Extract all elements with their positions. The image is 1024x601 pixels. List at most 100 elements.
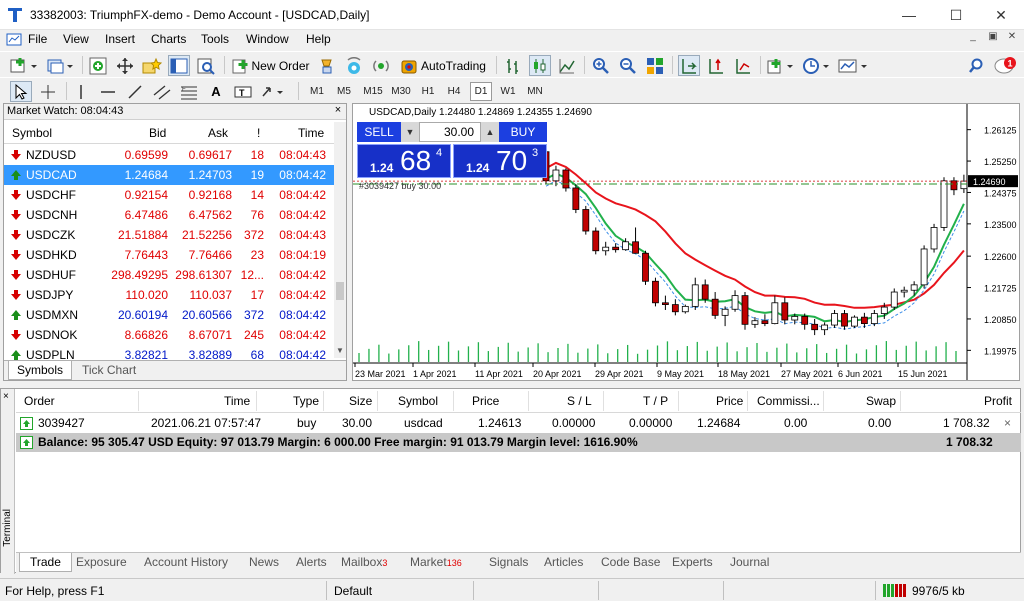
- horizontal-line-tool[interactable]: [97, 81, 119, 102]
- timeframe-h4[interactable]: H4: [443, 82, 465, 101]
- market-button[interactable]: [370, 55, 392, 76]
- menu-help[interactable]: Help: [306, 32, 331, 46]
- market-watch-row[interactable]: USDCNH 6.47486 6.47562 76 08:04:42: [4, 205, 334, 225]
- market-watch-toggle[interactable]: [87, 55, 109, 76]
- data-window-toggle[interactable]: [114, 55, 136, 76]
- col-tp[interactable]: T / P: [643, 394, 668, 408]
- terminal-tab-mailbox[interactable]: Mailbox3: [341, 555, 387, 574]
- col-spread[interactable]: !: [257, 126, 260, 140]
- buy-button[interactable]: BUY: [499, 122, 547, 142]
- fibonacci-tool[interactable]: F: [178, 81, 200, 102]
- market-watch-row[interactable]: USDCHF 0.92154 0.92168 14 08:04:42: [4, 185, 334, 205]
- col-current-price[interactable]: Price: [716, 394, 743, 408]
- timeframe-mn[interactable]: MN: [524, 82, 546, 101]
- col-ask[interactable]: Ask: [208, 126, 228, 140]
- strategy-tester-toggle[interactable]: [195, 55, 217, 76]
- close-button[interactable]: ✕: [978, 0, 1024, 30]
- timeframe-w1[interactable]: W1: [497, 82, 519, 101]
- col-profit[interactable]: Profit: [984, 394, 1012, 408]
- zoom-in-button[interactable]: [590, 55, 612, 76]
- col-symbol[interactable]: Symbol: [398, 394, 438, 408]
- volume-increase-button[interactable]: ▲: [481, 122, 499, 142]
- order-sl[interactable]: 0.00000: [552, 416, 595, 430]
- tab-tick-chart[interactable]: Tick Chart: [74, 361, 144, 380]
- templates-button[interactable]: [837, 55, 871, 76]
- col-symbol[interactable]: Symbol: [12, 126, 52, 140]
- navigator-toggle[interactable]: [141, 55, 163, 76]
- close-icon[interactable]: ×: [3, 391, 9, 402]
- autotrading-button[interactable]: AutoTrading: [398, 55, 490, 76]
- vertical-line-tool[interactable]: [72, 81, 90, 102]
- terminal-tab-code-base[interactable]: Code Base: [601, 555, 660, 574]
- mdi-restore-button[interactable]: ▣: [984, 31, 1002, 47]
- bar-chart-button[interactable]: [502, 55, 524, 76]
- scroll-down-icon[interactable]: ▼: [336, 346, 344, 355]
- equidistant-channel-tool[interactable]: [151, 81, 173, 102]
- terminal-tab-market[interactable]: Market136: [410, 555, 462, 574]
- col-bid[interactable]: Bid: [149, 126, 166, 140]
- market-watch-row[interactable]: USDJPY 110.020 110.037 17 08:04:42: [4, 285, 334, 305]
- market-watch-row[interactable]: USDNOK 8.66826 8.67071 245 08:04:42: [4, 325, 334, 345]
- close-order-icon[interactable]: ×: [1004, 416, 1011, 430]
- minimize-button[interactable]: —: [886, 0, 932, 30]
- notifications-button[interactable]: 1: [993, 55, 1019, 76]
- market-watch-row[interactable]: USDCZK 21.51884 21.52256 372 08:04:43: [4, 225, 334, 245]
- col-type[interactable]: Type: [293, 394, 319, 408]
- mdi-minimize-button[interactable]: _: [964, 31, 982, 47]
- terminal-tab-account-history[interactable]: Account History: [144, 555, 228, 574]
- market-watch-row[interactable]: NZDUSD 0.69599 0.69617 18 08:04:43: [4, 145, 334, 165]
- sell-button[interactable]: SELL: [357, 122, 401, 142]
- arrows-tool[interactable]: [260, 81, 290, 102]
- order-tp[interactable]: 0.00000: [629, 416, 672, 430]
- terminal-tab-alerts[interactable]: Alerts: [296, 555, 327, 574]
- timeframe-m15[interactable]: M15: [360, 82, 386, 101]
- terminal-tab-journal[interactable]: Journal: [730, 555, 769, 574]
- terminal-tab-signals[interactable]: Signals: [489, 555, 528, 574]
- menu-view[interactable]: View: [63, 32, 89, 46]
- terminal-toggle[interactable]: [168, 55, 190, 76]
- terminal-tab-exposure[interactable]: Exposure: [76, 555, 127, 574]
- terminal-tab-news[interactable]: News: [249, 555, 279, 574]
- market-watch-row[interactable]: USDMXN 20.60194 20.60566 372 08:04:42: [4, 305, 334, 325]
- mdi-close-button[interactable]: ✕: [1003, 31, 1021, 47]
- market-watch-row[interactable]: USDCAD 1.24684 1.24703 19 08:04:42: [4, 165, 334, 185]
- col-time[interactable]: Time: [298, 126, 324, 140]
- volume-input[interactable]: 30.00: [419, 122, 481, 142]
- new-chart-button[interactable]: [8, 55, 40, 76]
- menu-tools[interactable]: Tools: [201, 32, 229, 46]
- menu-charts[interactable]: Charts: [151, 32, 186, 46]
- market-watch-close-button[interactable]: ×: [331, 104, 345, 120]
- text-tool[interactable]: A: [205, 81, 227, 102]
- menu-insert[interactable]: Insert: [105, 32, 135, 46]
- zoom-out-button[interactable]: [617, 55, 639, 76]
- timeframe-d1[interactable]: D1: [470, 82, 492, 101]
- sell-price-box[interactable]: 1.24 68 4: [357, 144, 451, 178]
- market-watch-row[interactable]: USDHUF 298.49295 298.61307 12... 08:04:42: [4, 265, 334, 285]
- col-time[interactable]: Time: [224, 394, 250, 408]
- candlestick-chart-button[interactable]: [529, 55, 551, 76]
- market-watch-row[interactable]: USDHKD 7.76443 7.76466 23 08:04:19: [4, 245, 334, 265]
- line-chart-button[interactable]: [556, 55, 578, 76]
- profiles-button[interactable]: [44, 55, 76, 76]
- volume-decrease-button[interactable]: ▼: [401, 122, 419, 142]
- timeframe-h1[interactable]: H1: [417, 82, 439, 101]
- search-button[interactable]: [966, 55, 986, 76]
- order-row[interactable]: 3039427 2021.06.21 07:57:47 buy 30.00 us…: [16, 414, 1021, 433]
- col-swap[interactable]: Swap: [866, 394, 896, 408]
- connection-bars-icon[interactable]: [883, 584, 909, 597]
- timeframe-m5[interactable]: M5: [333, 82, 355, 101]
- timeframe-m30[interactable]: M30: [388, 82, 414, 101]
- trendline-tool[interactable]: [124, 81, 146, 102]
- col-size[interactable]: Size: [349, 394, 372, 408]
- periods-button[interactable]: [801, 55, 833, 76]
- chart-window[interactable]: 1.26125 1.25250 1.24375 1.23500 1.22600 1.217…: [352, 103, 1020, 381]
- scrollbar-thumb[interactable]: [336, 282, 344, 300]
- indicators-button[interactable]: [765, 55, 797, 76]
- terminal-tab-experts[interactable]: Experts: [672, 555, 713, 574]
- menu-window[interactable]: Window: [246, 32, 289, 46]
- period-separator-button[interactable]: [732, 55, 754, 76]
- chart-window-icon[interactable]: [6, 32, 22, 47]
- metaeditor-button[interactable]: [316, 55, 338, 76]
- text-label-tool[interactable]: T: [232, 81, 254, 102]
- chart-shift-button[interactable]: [705, 55, 727, 76]
